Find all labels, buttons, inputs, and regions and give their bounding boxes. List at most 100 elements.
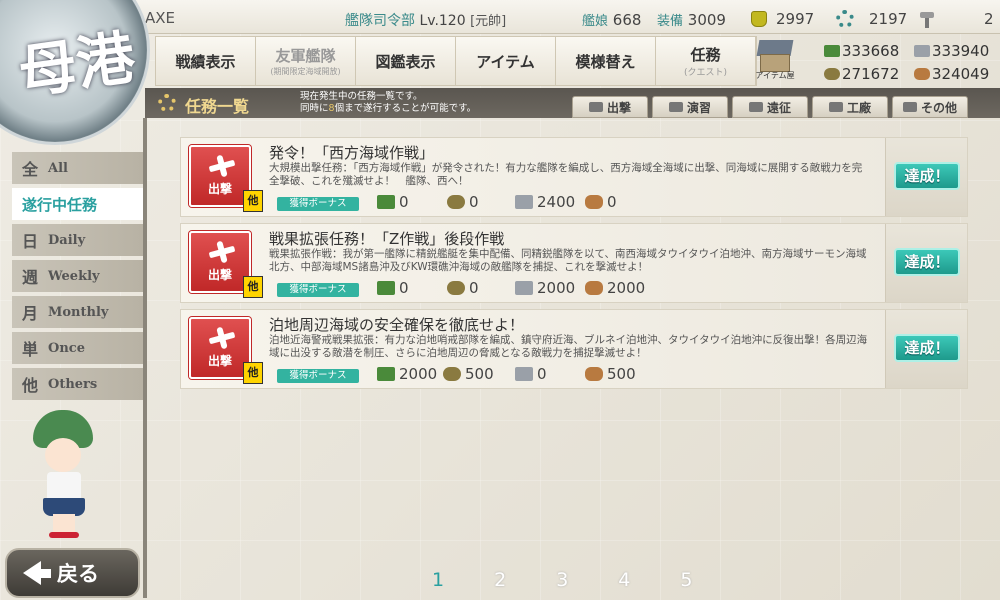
resources-panel: 333668 333940 271672 324049 (822, 40, 1000, 86)
shipgirl-count: 艦娘 668 (582, 11, 642, 29)
sortie-category-icon: 出撃 (189, 317, 251, 379)
tab-arsenal[interactable]: 工廠 (812, 96, 888, 118)
page-5[interactable]: 5 (680, 569, 692, 591)
hq-level: 艦隊司令部 Lv.120 [元帥] (345, 13, 507, 29)
fuel-resource: 333668 (824, 42, 899, 60)
dev-material-count: 2197 (869, 10, 908, 28)
filter-others[interactable]: 他 Others (12, 368, 143, 400)
bucket-icon (751, 11, 767, 27)
secretary-ship-chibi (25, 410, 115, 540)
ammo-icon (443, 367, 461, 381)
quest-category-tabs: 出撃 演習 遠征 工廠 その他 (572, 96, 968, 118)
reward-bauxite: 2000 (585, 279, 645, 297)
reward-steel: 2000 (515, 279, 575, 297)
other-icon (902, 102, 917, 112)
reward-fuel: 2000 (377, 365, 437, 383)
steel-resource: 333940 (914, 42, 989, 60)
fuel-icon (377, 367, 395, 381)
bauxite-resource: 324049 (914, 65, 989, 83)
main-navigation: 戦績表示 友軍艦隊 (期間限定海域開放) 図鑑表示 アイテム 模様替え 任務 (クエ… (155, 36, 757, 86)
reward-steel: 0 (515, 365, 547, 383)
quest-row[interactable]: 出撃 他 泊地周辺海域の安全確保を徹底せよ！ 泊地近海警戒戦果拡張：有力な泊地哨… (180, 309, 968, 389)
filter-daily[interactable]: 日 Daily (12, 224, 143, 256)
tab-expedition[interactable]: 遠征 (732, 96, 808, 118)
player-name: AXE (145, 9, 176, 27)
quest-status-panel: 達成！ (885, 224, 967, 302)
page-2[interactable]: 2 (494, 569, 506, 591)
quest-title: 泊地周辺海域の安全確保を徹底せよ！ (269, 316, 525, 334)
quest-row[interactable]: 出撃 他 戦果拡張任務！「Z作戦」後段作戦 戦果拡張作戦：我が第一艦隊に精鋭艦艇… (180, 223, 968, 303)
quest-description: 大規模出撃任務：「西方海域作戦」が発令された！有力な艦隊を編成し、西方海域全海域… (269, 162, 863, 187)
ammo-icon (447, 281, 465, 295)
back-button[interactable]: 戻る (5, 548, 140, 598)
filter-weekly[interactable]: 週 Weekly (12, 260, 143, 292)
quest-status-panel: 達成！ (885, 310, 967, 388)
page-title: 任務一覧 (185, 97, 250, 116)
plane-icon (208, 326, 236, 350)
top-status-bar: AXE 艦隊司令部 Lv.120 [元帥] 艦娘 668 装備 3009 299… (0, 0, 1000, 34)
nav-encyclopedia[interactable]: 図鑑表示 (356, 37, 456, 85)
quest-type-badge: 他 (243, 362, 263, 384)
filter-all[interactable]: 全 All (12, 152, 143, 184)
filter-in-progress[interactable]: 遂行中任務 (12, 188, 143, 220)
quest-type-badge: 他 (243, 190, 263, 212)
screw-icon (918, 11, 936, 28)
shop-label: アイテム屋 (755, 71, 795, 80)
fuel-icon (824, 45, 840, 57)
quest-status-panel: 達成！ (885, 138, 967, 216)
reward-bauxite: 500 (585, 365, 636, 383)
arsenal-icon (828, 102, 843, 112)
tab-exercise[interactable]: 演習 (652, 96, 728, 118)
back-label: 戻る (57, 561, 99, 586)
bonus-label: 獲得ボーナス (277, 369, 359, 383)
steel-icon (515, 367, 533, 381)
reward-fuel: 0 (377, 193, 409, 211)
steel-icon (515, 281, 533, 295)
fuel-icon (377, 195, 395, 209)
page-4[interactable]: 4 (618, 569, 630, 591)
tab-sortie[interactable]: 出撃 (572, 96, 648, 118)
quest-row[interactable]: 出撃 他 発令！「西方海域作戦」 大規模出撃任務：「西方海域作戦」が発令された！… (180, 137, 968, 217)
page-3[interactable]: 3 (556, 569, 568, 591)
nav-quests[interactable]: 任務 (クエスト) (656, 37, 756, 85)
reward-ammo: 500 (443, 365, 494, 383)
ammo-icon (447, 195, 465, 209)
filter-monthly[interactable]: 月 Monthly (12, 296, 143, 328)
filter-once[interactable]: 単 Once (12, 332, 143, 364)
item-shop-button[interactable]: アイテム屋 (752, 38, 798, 82)
sortie-category-icon: 出撃 (189, 145, 251, 207)
bauxite-icon (585, 281, 603, 295)
bonus-label: 獲得ボーナス (277, 283, 359, 297)
steel-icon (914, 45, 930, 57)
tab-other[interactable]: その他 (892, 96, 968, 118)
quest-description: 泊地近海警戒戦果拡張：有力な泊地哨戒部隊を編成、鎮守府近海、ブルネイ泊地沖、タウ… (269, 334, 868, 359)
expedition-icon (748, 102, 763, 112)
reward-ammo: 0 (447, 193, 479, 211)
nav-friend-fleet[interactable]: 友軍艦隊 (期間限定海域開放) (256, 37, 356, 85)
steel-icon (515, 195, 533, 209)
sortie-category-icon: 出撃 (189, 231, 251, 293)
achieved-button[interactable]: 達成！ (894, 334, 960, 362)
nav-items[interactable]: アイテム (456, 37, 556, 85)
pagination: 1 2 3 4 5 (432, 569, 692, 591)
nav-furniture[interactable]: 模様替え (556, 37, 656, 85)
plane-icon (208, 240, 236, 264)
left-divider (143, 118, 147, 598)
reward-fuel: 0 (377, 279, 409, 297)
quest-title: 戦果拡張任務！「Z作戦」後段作戦 (269, 230, 505, 248)
quest-filter-menu: 全 All 遂行中任務 日 Daily 週 Weekly 月 Monthly 単 Once… (12, 152, 143, 404)
plane-icon (208, 154, 236, 178)
emblem-text: 母港 (14, 23, 139, 107)
ammo-icon (824, 68, 840, 80)
gear-icon (158, 94, 176, 112)
quest-title: 発令！「西方海域作戦」 (269, 144, 435, 162)
quest-list: 出撃 他 発令！「西方海域作戦」 大規模出撃任務：「西方海域作戦」が発令された！… (180, 137, 968, 395)
achieved-button[interactable]: 達成！ (894, 248, 960, 276)
nav-record[interactable]: 戦績表示 (156, 37, 256, 85)
fuel-icon (377, 281, 395, 295)
bauxite-icon (914, 68, 930, 80)
quest-type-badge: 他 (243, 276, 263, 298)
bauxite-icon (585, 195, 603, 209)
page-1[interactable]: 1 (432, 569, 444, 591)
achieved-button[interactable]: 達成！ (894, 162, 960, 190)
